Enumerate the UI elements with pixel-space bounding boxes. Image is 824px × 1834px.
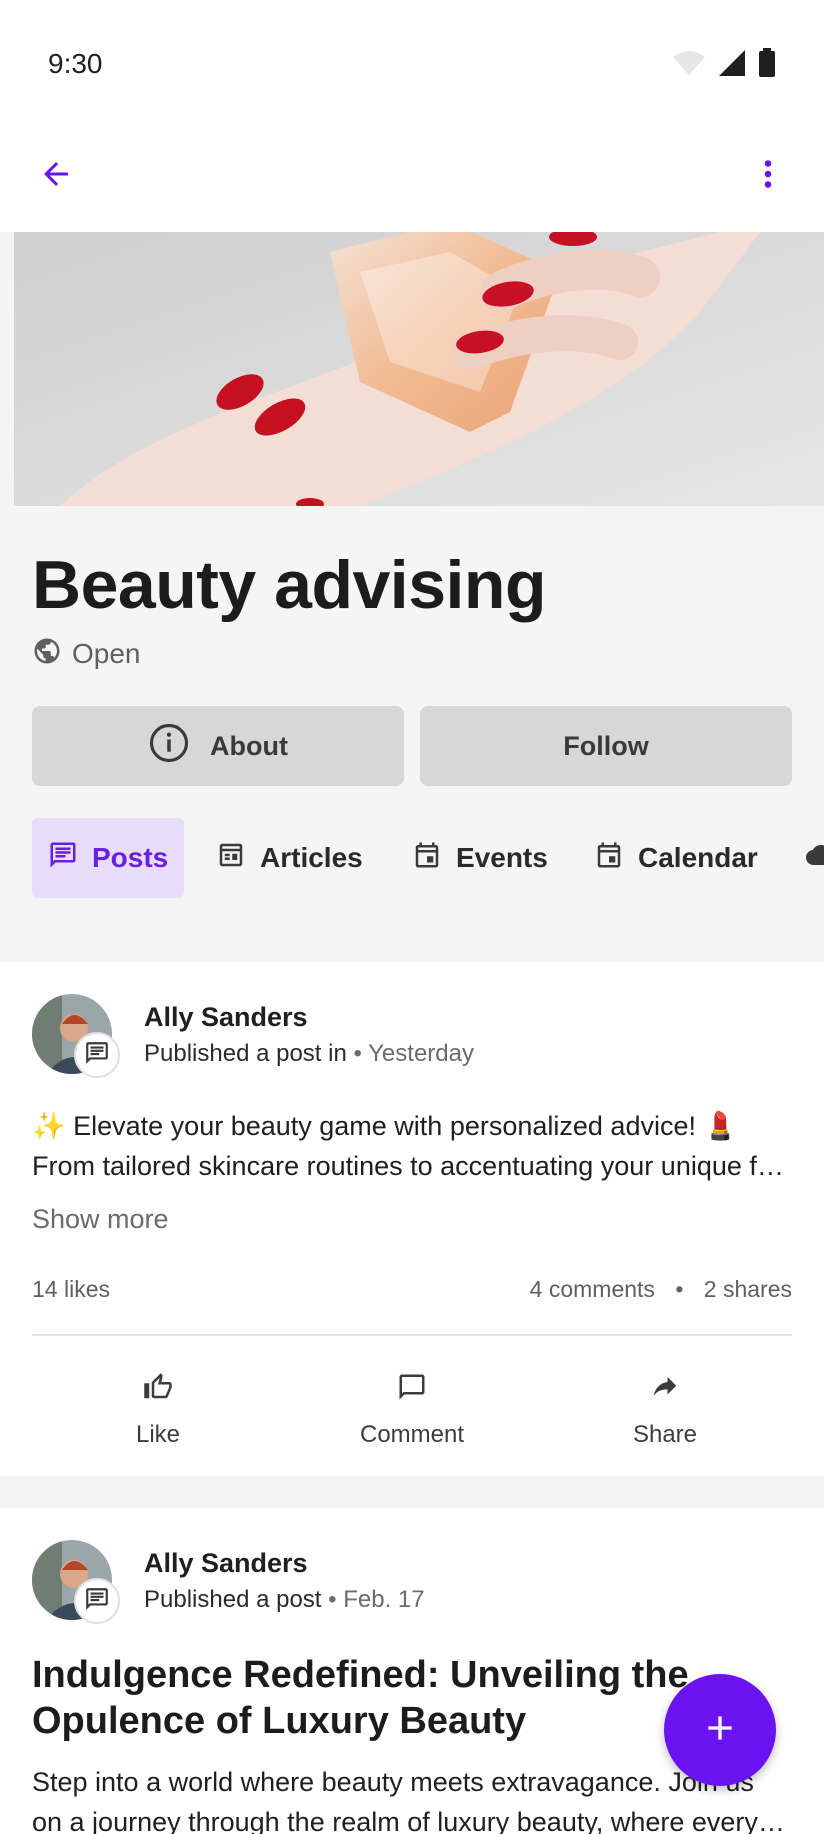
battery-icon [758,48,776,83]
tab-label: Calendar [638,842,758,873]
section-tabs: Posts Articles Events Calendar [0,818,824,898]
author-name[interactable]: Ally Sanders [144,1548,308,1579]
post-time: Feb. 17 [343,1586,425,1613]
post-type-badge [74,1032,120,1078]
chat-icon [48,840,78,877]
wifi-icon [672,49,706,82]
author-avatar[interactable] [32,994,120,1078]
post-stats: 14 likes 4 comments • 2 shares [32,1276,792,1303]
tab-more[interactable] [790,818,824,898]
more-vert-icon [750,156,786,197]
like-button[interactable]: Like [68,1360,248,1460]
calendar-icon [594,840,624,877]
status-time: 9:30 [48,48,103,79]
tab-articles[interactable]: Articles [200,818,379,898]
arrow-back-icon [38,156,74,197]
post-card: Ally Sanders Published a post • Feb. 17 … [0,1508,824,1834]
article-body: Step into a world where beauty meets ext… [32,1762,792,1834]
share-button[interactable]: Share [575,1360,755,1460]
privacy-label: Open [72,637,141,669]
cloud-icon [806,840,824,877]
cover-image [0,232,824,506]
signal-icon [718,49,746,82]
add-icon [700,1708,740,1753]
divider [32,1334,792,1336]
comment-badge-icon [84,1586,110,1617]
comment-button[interactable]: Comment [322,1360,502,1460]
share-icon [650,1372,680,1409]
post-body-line: ✨ Elevate your beauty game with personal… [32,1111,738,1141]
tab-events[interactable]: Events [396,818,564,898]
tab-posts[interactable]: Posts [32,818,184,898]
create-post-fab[interactable] [664,1674,776,1786]
status-icons [672,48,776,83]
post-action: Published a post in [144,1040,347,1067]
thumb-up-icon [143,1372,173,1409]
tab-label: Events [456,842,548,873]
author-name[interactable]: Ally Sanders [144,1002,308,1033]
post-body-line: From tailored skincare routines to accen… [32,1151,792,1181]
comments-count[interactable]: 4 comments [530,1276,655,1302]
article-title[interactable]: Indulgence Redefined: Unveiling the Opul… [32,1652,752,1744]
comment-label: Comment [359,1420,465,1448]
likes-count[interactable]: 14 likes [32,1276,110,1303]
post-body: ✨ Elevate your beauty game with personal… [32,1106,792,1186]
event-icon [412,840,442,877]
article-body-line: on a journey through the realm of luxury… [32,1807,792,1834]
post-card: Ally Sanders Published a post in • Yeste… [0,962,824,1476]
more-options-button[interactable] [732,140,804,212]
meta-separator: • [328,1586,337,1613]
like-label: Like [135,1420,181,1448]
about-label: About [210,730,288,761]
post-time: Yesterday [368,1040,474,1067]
group-title: Beauty advising [32,547,547,623]
tab-calendar[interactable]: Calendar [578,818,774,898]
group-header: Beauty advising Open About Follow Posts … [0,506,824,962]
post-separator [0,1476,824,1508]
author-avatar[interactable] [32,1540,120,1624]
app-bar [0,120,824,232]
comment-icon [397,1372,427,1409]
article-icon [216,840,246,877]
globe-icon [32,636,62,671]
post-meta: Published a post • Feb. 17 [144,1586,425,1614]
tab-label: Articles [260,842,363,873]
show-more-link[interactable]: Show more [32,1204,169,1235]
privacy-row: Open [32,636,141,671]
stat-separator: • [675,1276,684,1302]
tab-label: Posts [92,842,169,873]
meta-separator: • [353,1040,362,1067]
post-meta: Published a post in • Yesterday [144,1040,474,1068]
follow-button[interactable]: Follow [420,706,792,786]
info-icon [148,722,190,771]
comment-badge-icon [84,1040,110,1071]
about-button[interactable]: About [32,706,404,786]
follow-label: Follow [563,730,649,761]
comments-shares: 4 comments • 2 shares [530,1276,792,1303]
share-label: Share [632,1420,698,1448]
post-action: Published a post [144,1586,322,1613]
post-type-badge [74,1578,120,1624]
back-button[interactable] [20,140,92,212]
shares-count[interactable]: 2 shares [704,1276,792,1302]
status-bar: 9:30 [0,0,824,120]
